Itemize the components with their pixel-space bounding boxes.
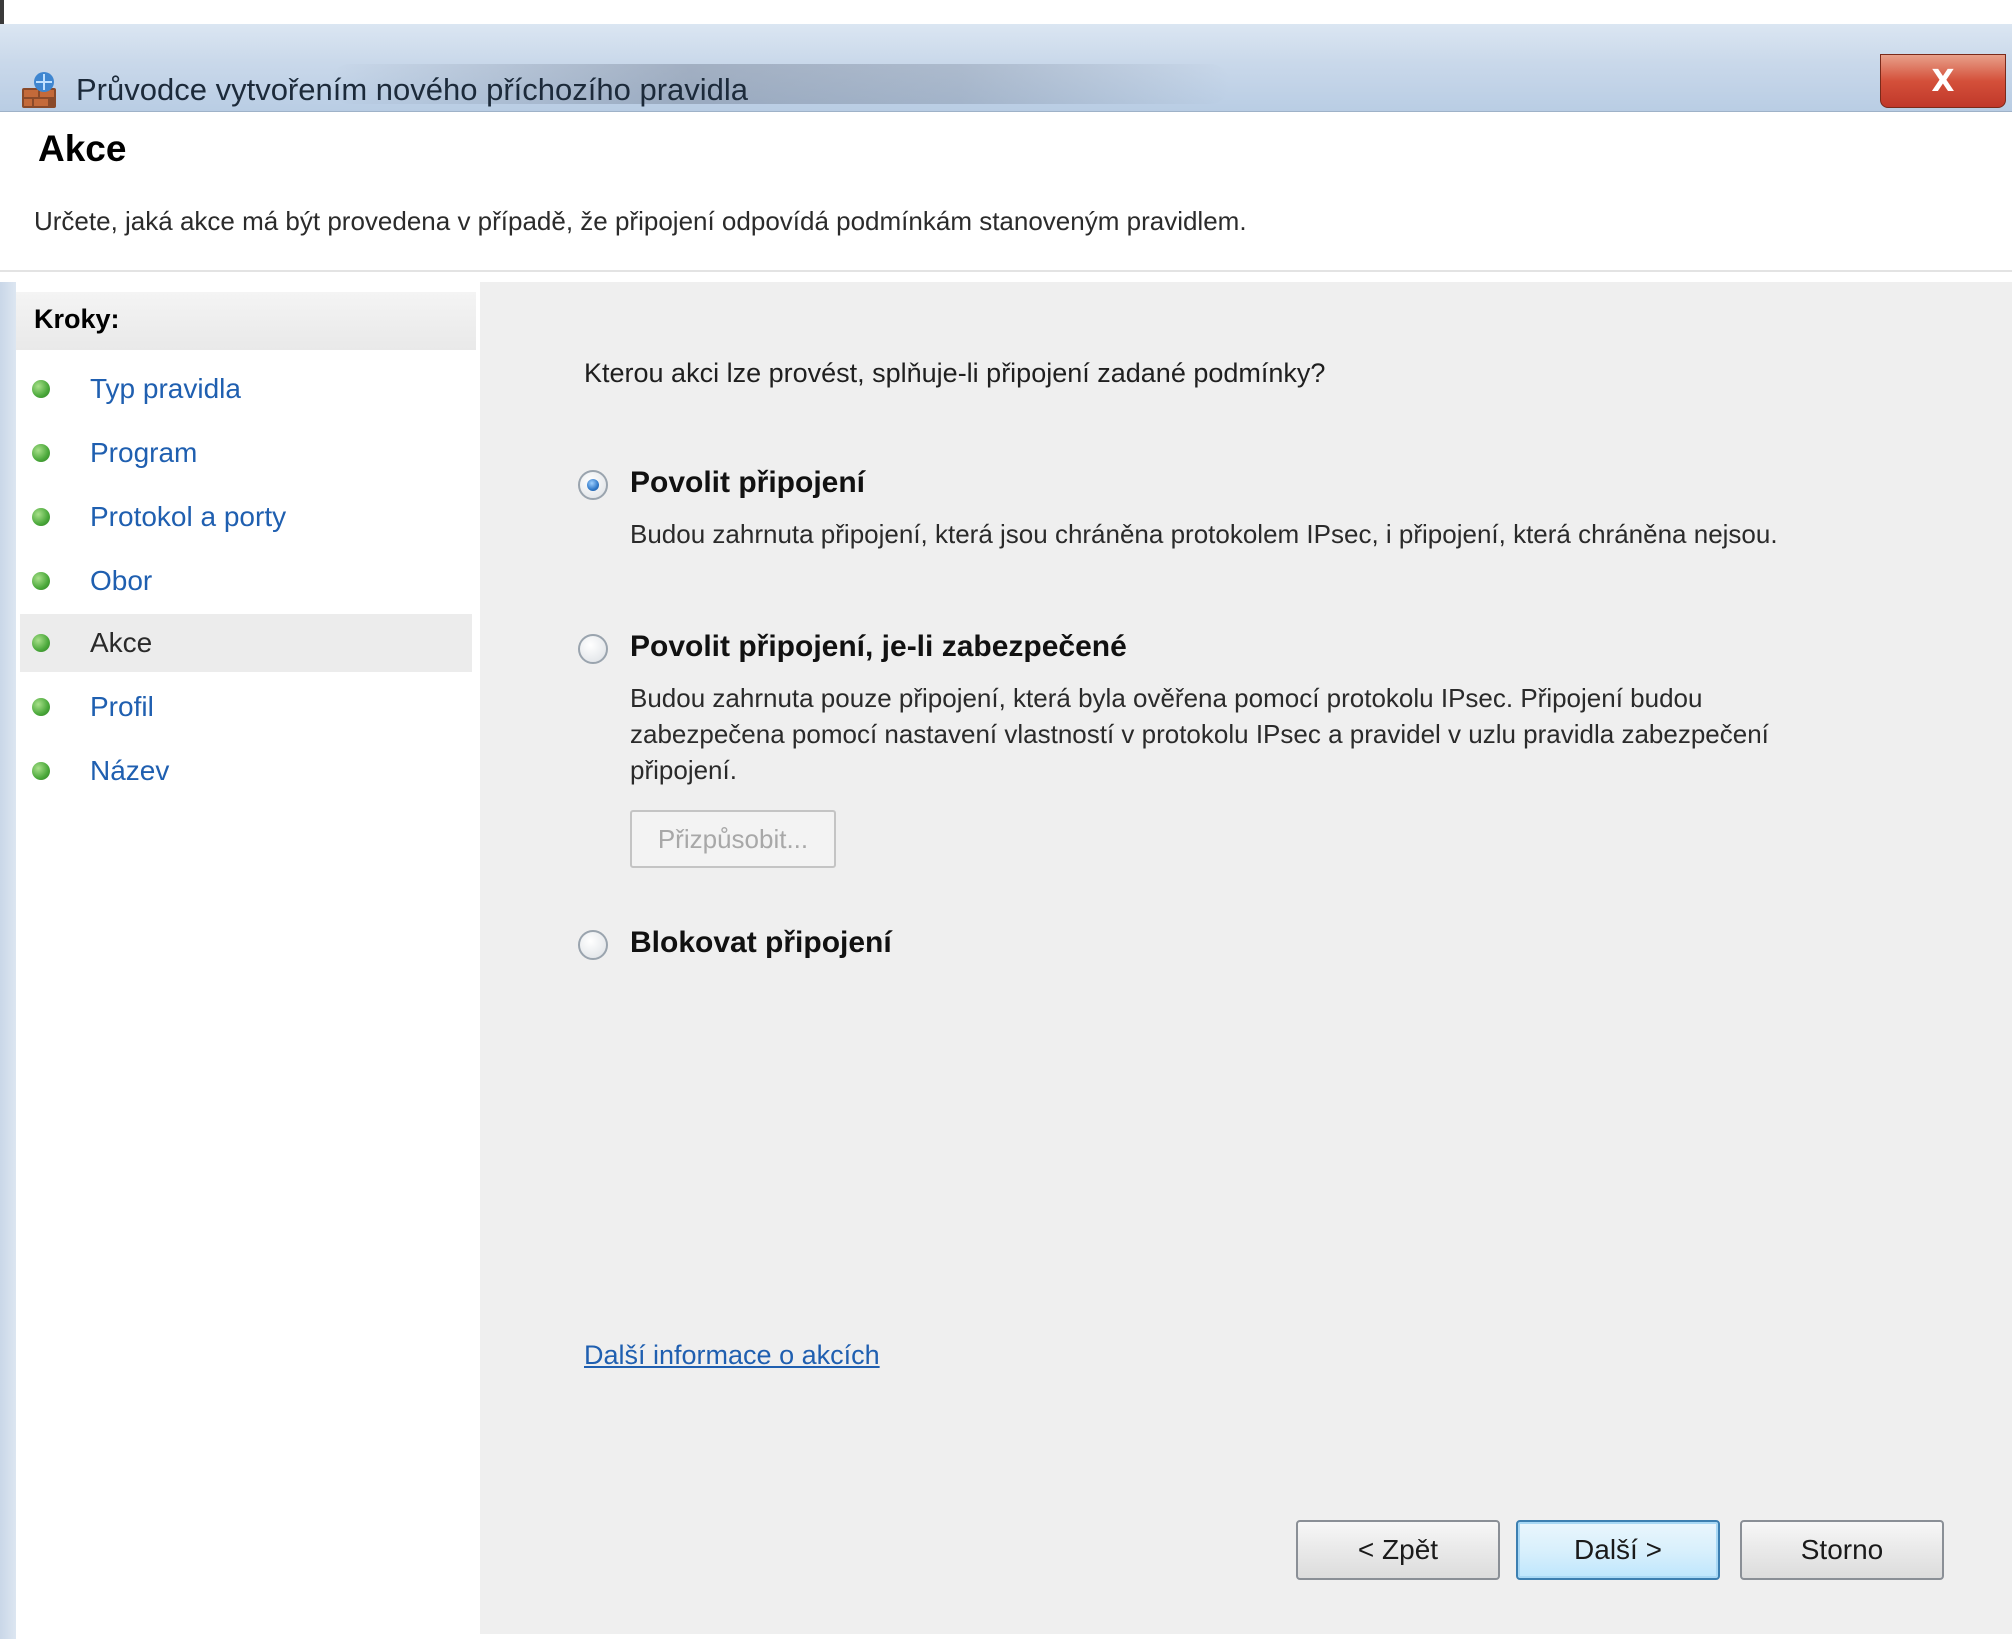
step-program[interactable]: Program: [20, 424, 472, 482]
page-subtitle: Určete, jaká akce má být provedena v pří…: [34, 206, 1247, 236]
page-header: [0, 112, 2012, 282]
step-typ-pravidla[interactable]: Typ pravidla: [20, 360, 472, 418]
allow-connection-radio[interactable]: [578, 470, 608, 500]
step-label: Název: [90, 755, 170, 786]
step-complete-icon: [32, 572, 50, 590]
block-connection-title[interactable]: Blokovat připojení: [630, 926, 892, 960]
block-connection-radio[interactable]: [578, 930, 608, 960]
next-button[interactable]: Další >: [1516, 1520, 1720, 1580]
firewall-wizard-icon: [22, 72, 56, 108]
allow-connection-description: Budou zahrnuta připojení, která jsou chr…: [630, 519, 1778, 549]
step-complete-icon: [32, 444, 50, 462]
close-button[interactable]: X: [1880, 54, 2006, 108]
steps-header: Kroky:: [16, 292, 476, 350]
allow-if-secure-description: Budou zahrnuta pouze připojení, která by…: [630, 683, 1769, 785]
step-complete-icon: [32, 698, 50, 716]
step-complete-icon: [32, 508, 50, 526]
step-label: Protokol a porty: [90, 501, 287, 532]
title-bar[interactable]: Průvodce vytvořením nového příchozího pr…: [0, 24, 2012, 112]
step-complete-icon: [32, 634, 50, 652]
step-akce[interactable]: Akce: [20, 614, 472, 672]
wizard-window: Průvodce vytvořením nového příchozího pr…: [0, 0, 2012, 1639]
step-label: Obor: [90, 565, 153, 596]
step-obor[interactable]: Obor: [20, 552, 472, 610]
back-button[interactable]: < Zpět: [1296, 1520, 1500, 1580]
step-protokol-a-porty[interactable]: Protokol a porty: [20, 488, 472, 546]
allow-if-secure-radio[interactable]: [578, 634, 608, 664]
step-label: Typ pravidla: [90, 373, 241, 404]
step-label: Profil: [90, 691, 154, 722]
steps-sidebar: [16, 282, 478, 1634]
step-label: Akce: [90, 627, 153, 658]
step-nazev[interactable]: Název: [20, 742, 472, 800]
step-complete-icon: [32, 762, 50, 780]
window-title: Průvodce vytvořením nového příchozího pr…: [76, 72, 749, 107]
step-profil[interactable]: Profil: [20, 678, 472, 736]
page-title: Akce: [38, 128, 127, 169]
step-complete-icon: [32, 380, 50, 398]
header-divider: [0, 270, 2012, 272]
step-label: Program: [90, 437, 198, 468]
more-info-link[interactable]: Další informace o akcích: [584, 1340, 880, 1371]
customize-button[interactable]: Přizpůsobit...: [630, 810, 836, 868]
allow-if-secure-title[interactable]: Povolit připojení, je-li zabezpečené: [630, 630, 1127, 664]
action-question: Kterou akci lze provést, splňuje-li přip…: [584, 358, 1326, 388]
allow-connection-title[interactable]: Povolit připojení: [630, 466, 865, 500]
cancel-button[interactable]: Storno: [1740, 1520, 1944, 1580]
window-left-frame: [0, 112, 16, 1639]
